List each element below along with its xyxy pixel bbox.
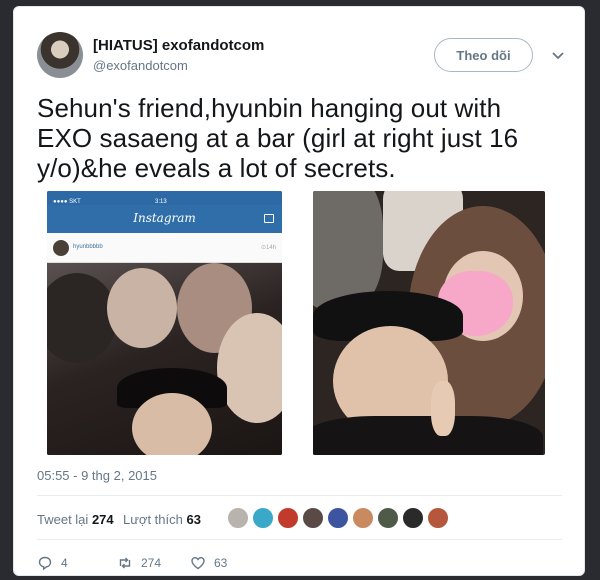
follow-button[interactable]: Theo dõi [434, 38, 533, 72]
like-stat[interactable]: Lượt thích 63 [123, 512, 201, 527]
liker-avatar[interactable] [277, 507, 299, 529]
tweet-photo-instagram-screenshot[interactable]: ●●●● SKT 3:13 Instagram hyunbbbbb ⊙14h [47, 191, 282, 455]
heart-icon [191, 556, 205, 570]
liker-avatar[interactable] [427, 507, 449, 529]
retweet-stat-count: 274 [91, 512, 114, 527]
retweet-count: 274 [141, 556, 162, 570]
tweet-photo-bar[interactable] [313, 191, 545, 455]
tweet-text: Sehun's friend,hyunbin hanging out with … [37, 93, 519, 183]
tweet-card: [HIATUS] exofandotcom @exofandotcom Theo… [13, 6, 585, 576]
liker-avatar[interactable] [327, 507, 349, 529]
instagram-post-header: hyunbbbbb ⊙14h [47, 233, 282, 263]
liker-avatar[interactable] [252, 507, 274, 529]
reply-count: 4 [61, 556, 68, 570]
liker-avatar[interactable] [302, 507, 324, 529]
liker-avatars [227, 507, 449, 531]
retweet-icon [119, 557, 131, 569]
like-stat-label: Lượt thích [123, 512, 183, 527]
divider [37, 539, 562, 540]
like-stat-count: 63 [186, 512, 201, 527]
like-count: 63 [214, 556, 228, 570]
author-avatar[interactable] [37, 32, 83, 78]
liker-avatar[interactable] [377, 507, 399, 529]
retweet-stat-label: Tweet lại [37, 512, 89, 527]
instagram-group-photo [47, 263, 282, 455]
instagram-user-avatar [53, 240, 69, 256]
reply-button[interactable]: 4 [37, 555, 68, 571]
chevron-down-icon[interactable] [550, 47, 566, 63]
retweet-button[interactable]: 274 [117, 555, 161, 571]
reply-icon [38, 556, 52, 571]
divider [37, 495, 562, 496]
retweet-stat[interactable]: Tweet lại 274 [37, 512, 114, 527]
instagram-time-ago: ⊙14h [260, 245, 276, 251]
tweet-timestamp[interactable]: 05:55 - 9 thg 2, 2015 [37, 468, 157, 483]
instagram-username: hyunbbbbb [73, 244, 103, 250]
instagram-header: Instagram [47, 205, 282, 233]
author-handle[interactable]: @exofandotcom [93, 58, 188, 73]
inbox-icon [264, 214, 274, 223]
instagram-logo: Instagram [133, 211, 196, 225]
liker-avatar[interactable] [402, 507, 424, 529]
liker-avatar[interactable] [227, 507, 249, 529]
like-button[interactable]: 63 [190, 555, 227, 571]
author-display-name[interactable]: [HIATUS] exofandotcom [93, 37, 264, 54]
liker-avatar[interactable] [352, 507, 374, 529]
